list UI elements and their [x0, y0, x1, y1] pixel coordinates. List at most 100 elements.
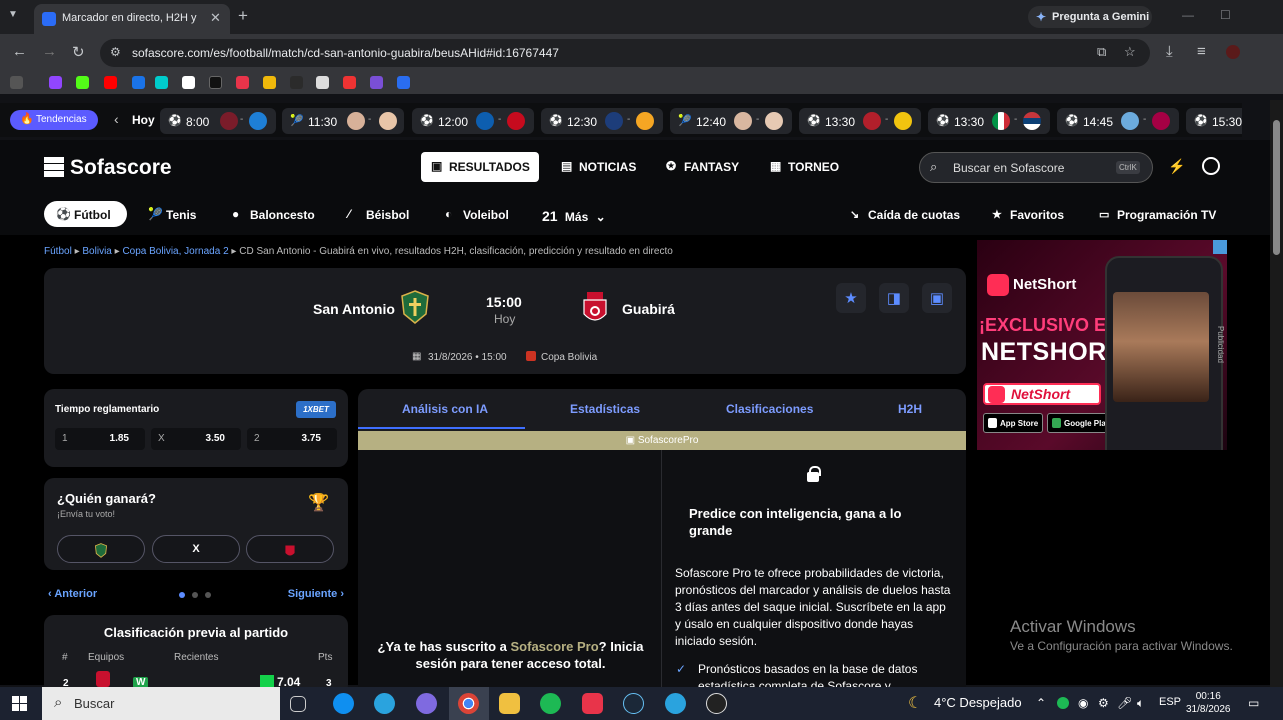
trending-prev-icon[interactable]: ‹	[114, 111, 119, 127]
apps-grid-icon[interactable]	[10, 76, 23, 89]
maximize-icon[interactable]: ☐	[1220, 8, 1231, 22]
trending-match-chip[interactable]: ⚽ 14:45 -	[1057, 108, 1179, 134]
odd-away[interactable]: 2 3.75	[247, 428, 337, 450]
bolt-icon[interactable]: ⚡	[1168, 158, 1185, 175]
download-icon[interactable]: ⤓	[1166, 43, 1173, 60]
telegram-icon[interactable]	[374, 693, 395, 714]
url-text[interactable]: sofascore.com/es/football/match/cd-san-a…	[132, 46, 559, 60]
tab-statistics[interactable]: Estadísticas	[570, 402, 640, 416]
scrollbar-thumb[interactable]	[1273, 120, 1280, 255]
spotify-tray-icon[interactable]	[1057, 697, 1069, 709]
tab-list-icon[interactable]: ▼	[8, 9, 18, 20]
favorites-link[interactable]: ★ Favoritos	[992, 208, 1064, 222]
trending-button[interactable]: 🔥 Tendencias	[10, 110, 98, 130]
bookmark-icon[interactable]	[343, 76, 356, 89]
breadcrumb-link[interactable]: Fútbol	[44, 246, 72, 257]
sport-football[interactable]: ⚽ Fútbol	[44, 201, 127, 227]
trending-match-chip[interactable]: 🎾 12:40 -	[670, 108, 792, 134]
bookmaker-logo[interactable]: 1XBET	[296, 401, 336, 418]
site-search[interactable]: ⌕ Buscar en Sofascore CtrlK	[919, 152, 1153, 183]
twitch-bookmark-icon[interactable]	[49, 76, 62, 89]
tray-icon[interactable]: ⚙	[1098, 696, 1109, 710]
bookmark-icon[interactable]	[316, 76, 329, 89]
bookmark-icon[interactable]	[370, 76, 383, 89]
sofascore-bookmark-icon[interactable]	[397, 76, 410, 89]
tab-standings[interactable]: Clasificaciones	[726, 402, 813, 416]
user-account-icon[interactable]	[1202, 157, 1220, 175]
sport-basketball[interactable]: ● Baloncesto	[220, 201, 327, 227]
spotify-icon[interactable]	[540, 693, 561, 714]
bookmark-icon[interactable]	[132, 76, 145, 89]
advertisement[interactable]: NetShort ¡EXCLUSIVO EN NETSHORT NetShort…	[977, 240, 1227, 450]
app-store-badge[interactable]: App Store	[983, 413, 1044, 433]
odds-drop-link[interactable]: ↘ Caída de cuotas	[850, 208, 960, 222]
compare-button[interactable]: ◨	[879, 283, 909, 313]
bookmark-icon[interactable]	[290, 76, 303, 89]
language-indicator[interactable]: ESP	[1159, 696, 1181, 708]
reload-icon[interactable]: ↻	[72, 43, 85, 61]
sport-baseball[interactable]: ⁄ Béisbol	[336, 201, 421, 227]
discord-icon[interactable]	[416, 693, 437, 714]
close-tab-icon[interactable]: ✕	[210, 10, 221, 26]
taskbar-clock[interactable]: 00:16 31/8/2026	[1186, 690, 1231, 716]
bookmark-icon[interactable]	[182, 76, 195, 89]
youtube-bookmark-icon[interactable]	[104, 76, 117, 89]
gemini-button[interactable]: ✦ Pregunta a Gemini	[1028, 6, 1152, 28]
away-team-crest-icon[interactable]	[581, 290, 609, 326]
file-explorer-icon[interactable]	[499, 693, 520, 714]
away-team-name[interactable]: Guabirá	[622, 301, 675, 317]
nav-results[interactable]: ▣ RESULTADOS	[421, 152, 539, 182]
tray-expand-icon[interactable]: ⌃	[1036, 696, 1046, 710]
sofascore-pro-link[interactable]: Sofascore Pro	[511, 639, 599, 654]
windows-start-icon[interactable]	[12, 696, 27, 711]
breadcrumb-link[interactable]: Copa Bolivia, Jornada 2	[122, 246, 228, 257]
trending-match-chip[interactable]: ⚽ 13:30 -	[799, 108, 921, 134]
ad-info-icon[interactable]	[1213, 240, 1227, 254]
browser-tab[interactable]: Marcador en directo, H2H y alin ✕	[34, 4, 230, 34]
home-team-name[interactable]: San Antonio	[313, 301, 395, 317]
trending-match-chip[interactable]: ⚽ 13:30 -	[928, 108, 1050, 134]
sofascore-logo[interactable]: Sofascore	[44, 156, 172, 180]
microphone-icon[interactable]: 🎤︎	[1117, 696, 1132, 710]
sport-volleyball[interactable]: ◐ Voleibol	[433, 201, 521, 227]
weather-widget[interactable]: ☾ 4°C Despejado	[908, 695, 1022, 712]
bookmark-star-icon[interactable]: ☆	[1124, 44, 1136, 60]
odd-draw[interactable]: X 3.50	[151, 428, 241, 450]
telegram-icon[interactable]	[665, 693, 686, 714]
site-info-icon[interactable]: ⚙	[110, 45, 121, 59]
add-calendar-button[interactable]: ▣	[922, 283, 952, 313]
vote-home-button[interactable]	[57, 535, 145, 563]
trending-match-chip[interactable]: ⚽ 8:00 -	[160, 108, 276, 134]
pager-dot-active[interactable]	[179, 592, 185, 598]
nav-fantasy[interactable]: ✪ FANTASY	[656, 152, 749, 182]
next-link[interactable]: Siguiente ›	[288, 588, 344, 600]
pager-dot[interactable]	[192, 592, 198, 598]
home-team-crest-icon[interactable]	[401, 290, 429, 324]
tab-ai-analysis[interactable]: Análisis con IA	[402, 402, 488, 416]
bookmark-icon[interactable]	[209, 76, 222, 89]
sport-tennis[interactable]: 🎾 Tenis	[136, 201, 208, 227]
new-tab-icon[interactable]: +	[238, 6, 248, 26]
sport-more[interactable]: 21 Más ⌄	[528, 201, 618, 227]
back-icon[interactable]: ←	[12, 43, 27, 60]
match-competition[interactable]: Copa Bolivia	[526, 351, 597, 363]
page-scrollbar[interactable]	[1270, 100, 1283, 687]
omnibox[interactable]: ⚙ sofascore.com/es/football/match/cd-san…	[100, 39, 1150, 67]
breadcrumb-link[interactable]: Bolivia	[82, 246, 111, 257]
bookmark-icon[interactable]	[236, 76, 249, 89]
minimize-icon[interactable]: —	[1182, 8, 1194, 22]
profile-avatar-icon[interactable]	[1226, 45, 1240, 59]
edge-icon[interactable]	[333, 693, 354, 714]
tab-h2h[interactable]: H2H	[898, 402, 922, 416]
trending-match-chip[interactable]: ⚽ 15:30	[1186, 108, 1242, 134]
tray-icon[interactable]: ◉	[1078, 696, 1088, 710]
app-icon[interactable]	[582, 693, 603, 714]
forward-icon[interactable]: →	[42, 43, 57, 60]
trending-match-chip[interactable]: ⚽ 12:00 -	[412, 108, 534, 134]
install-app-icon[interactable]: ⧉	[1097, 44, 1106, 60]
favorite-star-button[interactable]: ★	[836, 283, 866, 313]
search-placeholder[interactable]: Buscar en Sofascore	[953, 161, 1064, 175]
reading-list-icon[interactable]: ≡	[1197, 43, 1206, 60]
pager-dot[interactable]	[205, 592, 211, 598]
binance-bookmark-icon[interactable]	[263, 76, 276, 89]
